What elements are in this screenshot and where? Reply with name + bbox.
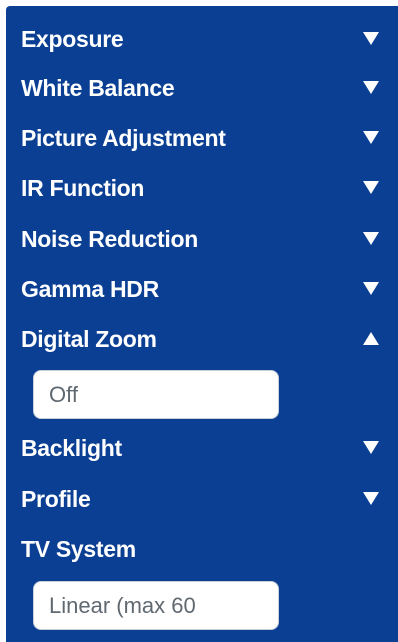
menu-item-tv-system: TV System [6, 529, 398, 569]
menu-item-label: Profile [21, 486, 91, 512]
menu-item-noise-reduction[interactable]: Noise Reduction [6, 219, 398, 259]
menu-item-label: Picture Adjustment [21, 125, 226, 151]
triangle-down-icon[interactable] [363, 232, 379, 245]
triangle-down-icon[interactable] [363, 282, 379, 295]
menu-item-ir-function[interactable]: IR Function [6, 168, 398, 208]
triangle-down-icon[interactable] [363, 492, 379, 505]
settings-panel: Exposure White Balance Picture Adjustmen… [6, 6, 398, 642]
menu-item-label: Gamma HDR [21, 276, 159, 302]
menu-item-gamma-hdr[interactable]: Gamma HDR [6, 269, 398, 309]
menu-item-digital-zoom[interactable]: Digital Zoom [6, 319, 398, 359]
menu-item-label: Exposure [21, 26, 124, 52]
menu-item-label: Digital Zoom [21, 326, 157, 352]
menu-item-exposure[interactable]: Exposure [6, 19, 398, 59]
menu-item-profile[interactable]: Profile [6, 479, 398, 519]
menu-item-label: White Balance [21, 75, 175, 101]
triangle-down-icon[interactable] [363, 32, 379, 45]
tv-system-field[interactable] [33, 581, 279, 630]
menu-item-white-balance[interactable]: White Balance [6, 68, 398, 108]
menu-item-backlight[interactable]: Backlight [6, 428, 398, 468]
menu-item-picture-adjustment[interactable]: Picture Adjustment [6, 118, 398, 158]
triangle-up-icon[interactable] [363, 332, 379, 345]
triangle-down-icon[interactable] [363, 81, 379, 94]
triangle-down-icon[interactable] [363, 181, 379, 194]
menu-item-label: IR Function [21, 175, 145, 201]
triangle-down-icon[interactable] [363, 441, 379, 454]
menu-item-label: TV System [21, 536, 136, 562]
menu-item-label: Backlight [21, 435, 122, 461]
menu-item-label: Noise Reduction [21, 226, 198, 252]
digital-zoom-field[interactable] [33, 370, 279, 419]
triangle-down-icon[interactable] [363, 131, 379, 144]
